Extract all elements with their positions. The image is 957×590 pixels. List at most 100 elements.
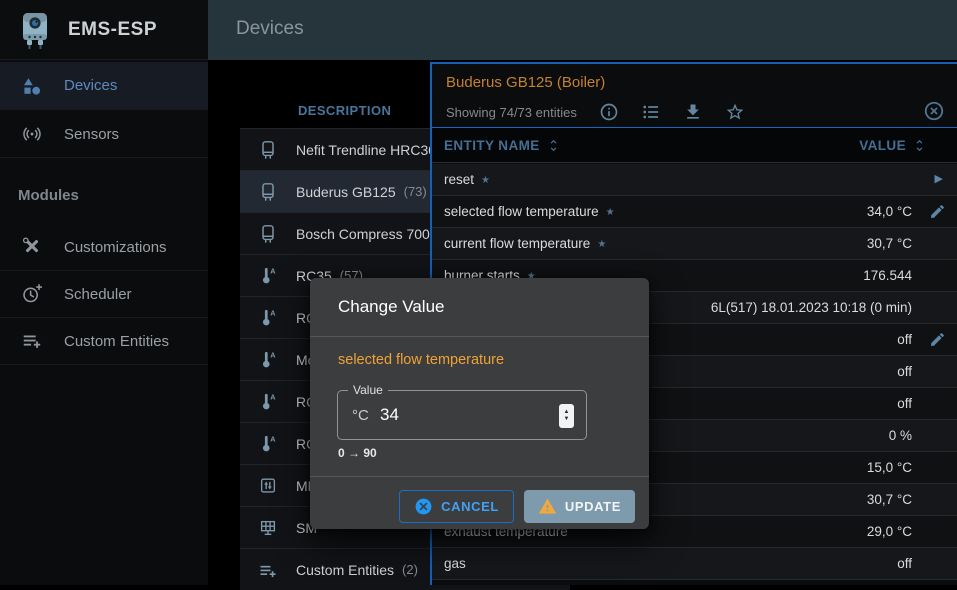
- entity-value: 15,0 °C: [867, 460, 912, 475]
- update-button-label: UPDATE: [565, 499, 621, 514]
- entity-value: 30,7 °C: [867, 492, 912, 507]
- device-label: Nefit Trendline HRC30: [296, 142, 436, 158]
- column-label: ENTITY NAME: [444, 138, 540, 153]
- update-button[interactable]: UPDATE: [524, 490, 635, 523]
- svg-text:A: A: [270, 266, 276, 275]
- entity-name-column-header[interactable]: ENTITY NAME: [444, 138, 561, 153]
- value-input[interactable]: [380, 405, 510, 425]
- entity-value: 29,0 °C: [867, 524, 912, 539]
- entity-value: off: [897, 396, 912, 411]
- favorite-star-icon: ★: [606, 207, 615, 218]
- boiler-icon: [256, 139, 280, 161]
- entity-row-current-flow-temp[interactable]: current flow temperature ★ 30,7 °C: [432, 228, 957, 260]
- expand-arrow-icon[interactable]: ▶: [935, 172, 943, 185]
- svg-text:A: A: [270, 350, 276, 359]
- app-title: EMS-ESP: [68, 19, 157, 41]
- device-label: Buderus GB125: [296, 184, 396, 200]
- entity-value: 30,7 °C: [867, 236, 912, 251]
- favorite-star-icon: ★: [597, 239, 606, 250]
- number-stepper[interactable]: ▲ ▼: [559, 404, 574, 428]
- warning-triangle-icon: [538, 497, 557, 516]
- sidebar-item-label: Sensors: [64, 126, 119, 143]
- description-column-header: DESCRIPTION: [298, 103, 391, 118]
- thermostat-icon: A: [256, 391, 280, 413]
- value-field[interactable]: Value °C ▲ ▼: [337, 390, 587, 440]
- topbar: Devices: [208, 0, 957, 60]
- column-label: VALUE: [859, 138, 906, 153]
- sidebar-item-scheduler[interactable]: Scheduler: [0, 271, 208, 318]
- entity-value: off: [897, 364, 912, 379]
- divider: [310, 476, 649, 477]
- cancel-button[interactable]: CANCEL: [399, 490, 514, 523]
- sidebar-item-custom-entities[interactable]: Custom Entities: [0, 318, 208, 365]
- devices-shapes-icon: [20, 75, 44, 97]
- panel-title: Buderus GB125 (Boiler): [446, 74, 605, 91]
- change-value-dialog: Change Value selected flow temperature V…: [310, 278, 649, 529]
- info-icon[interactable]: [599, 102, 619, 122]
- boiler-logo-icon: [16, 9, 54, 51]
- entity-row-selected-flow-temp[interactable]: selected flow temperature ★ 34,0 °C: [432, 196, 957, 228]
- sidebar-item-devices[interactable]: Devices: [0, 62, 208, 110]
- mixer-icon: [256, 475, 280, 497]
- value-field-label: Value: [348, 383, 388, 397]
- sidebar-item-label: Devices: [64, 77, 117, 94]
- entity-count-text: Showing 74/73 entities: [446, 105, 577, 120]
- thermostat-icon: A: [256, 265, 280, 287]
- entity-row-gas[interactable]: gas off: [432, 548, 957, 580]
- entity-value: off: [897, 556, 912, 571]
- sort-icon: [546, 138, 561, 153]
- modules-section-label: Modules: [18, 187, 79, 204]
- custom-entities-icon: [20, 330, 44, 352]
- favorite-star-icon: ★: [481, 175, 490, 186]
- sidebar: EMS-ESP Devices Sensors Modules: [0, 0, 208, 585]
- dialog-title: Change Value: [338, 297, 445, 317]
- value-column-header[interactable]: VALUE: [859, 138, 927, 153]
- edit-pencil-icon[interactable]: [929, 203, 946, 225]
- thermostat-icon: A: [256, 349, 280, 371]
- device-entity-count: (2): [402, 562, 418, 577]
- scheduler-clock-icon: [20, 283, 44, 305]
- sidebar-item-label: Custom Entities: [64, 333, 169, 350]
- device-label: Custom Entities: [296, 562, 394, 578]
- entity-name: current flow temperature: [444, 236, 590, 251]
- edit-pencil-icon[interactable]: [929, 331, 946, 353]
- page-title: Devices: [236, 18, 304, 40]
- boiler-icon: [256, 181, 280, 203]
- sidebar-item-label: Scheduler: [64, 286, 132, 303]
- stepper-up-icon[interactable]: ▲: [564, 409, 570, 416]
- svg-text:A: A: [270, 308, 276, 317]
- app-header: EMS-ESP: [0, 0, 208, 60]
- entity-row-reset[interactable]: reset ★ ▶: [432, 164, 957, 196]
- entity-value: 0 %: [889, 428, 912, 443]
- entity-value: 6L(517) 18.01.2023 10:18 (0 min): [711, 300, 912, 315]
- list-icon[interactable]: [641, 102, 661, 122]
- sidebar-item-label: Customizations: [64, 239, 167, 256]
- value-range-hint: 0 → 90: [338, 446, 377, 460]
- entity-value: off: [897, 332, 912, 347]
- thermostat-icon: A: [256, 307, 280, 329]
- stepper-down-icon[interactable]: ▼: [564, 416, 570, 423]
- entity-name: reset: [444, 172, 474, 187]
- sidebar-item-customizations[interactable]: Customizations: [0, 224, 208, 271]
- star-icon[interactable]: [725, 102, 745, 122]
- divider: [310, 336, 649, 337]
- boiler-icon: [256, 223, 280, 245]
- value-unit: °C: [352, 407, 369, 424]
- entity-value: 34,0 °C: [867, 204, 912, 219]
- device-label: Bosch Compress 700: [296, 226, 430, 242]
- sensors-icon: [20, 123, 44, 145]
- solar-icon: [256, 517, 280, 539]
- sidebar-item-sensors[interactable]: Sensors: [0, 111, 208, 158]
- svg-text:A: A: [270, 434, 276, 443]
- entity-name: selected flow temperature: [444, 204, 599, 219]
- cancel-circle-x-icon: [414, 497, 433, 516]
- sort-icon: [912, 138, 927, 153]
- customizations-tools-icon: [20, 236, 44, 258]
- thermostat-icon: A: [256, 433, 280, 455]
- entity-name: gas: [444, 556, 466, 571]
- entity-table-header: ENTITY NAME VALUE: [432, 127, 957, 163]
- dialog-entity-name: selected flow temperature: [338, 352, 504, 368]
- download-icon[interactable]: [683, 102, 703, 122]
- close-icon[interactable]: [923, 100, 945, 127]
- custom-entities-icon: [256, 559, 280, 581]
